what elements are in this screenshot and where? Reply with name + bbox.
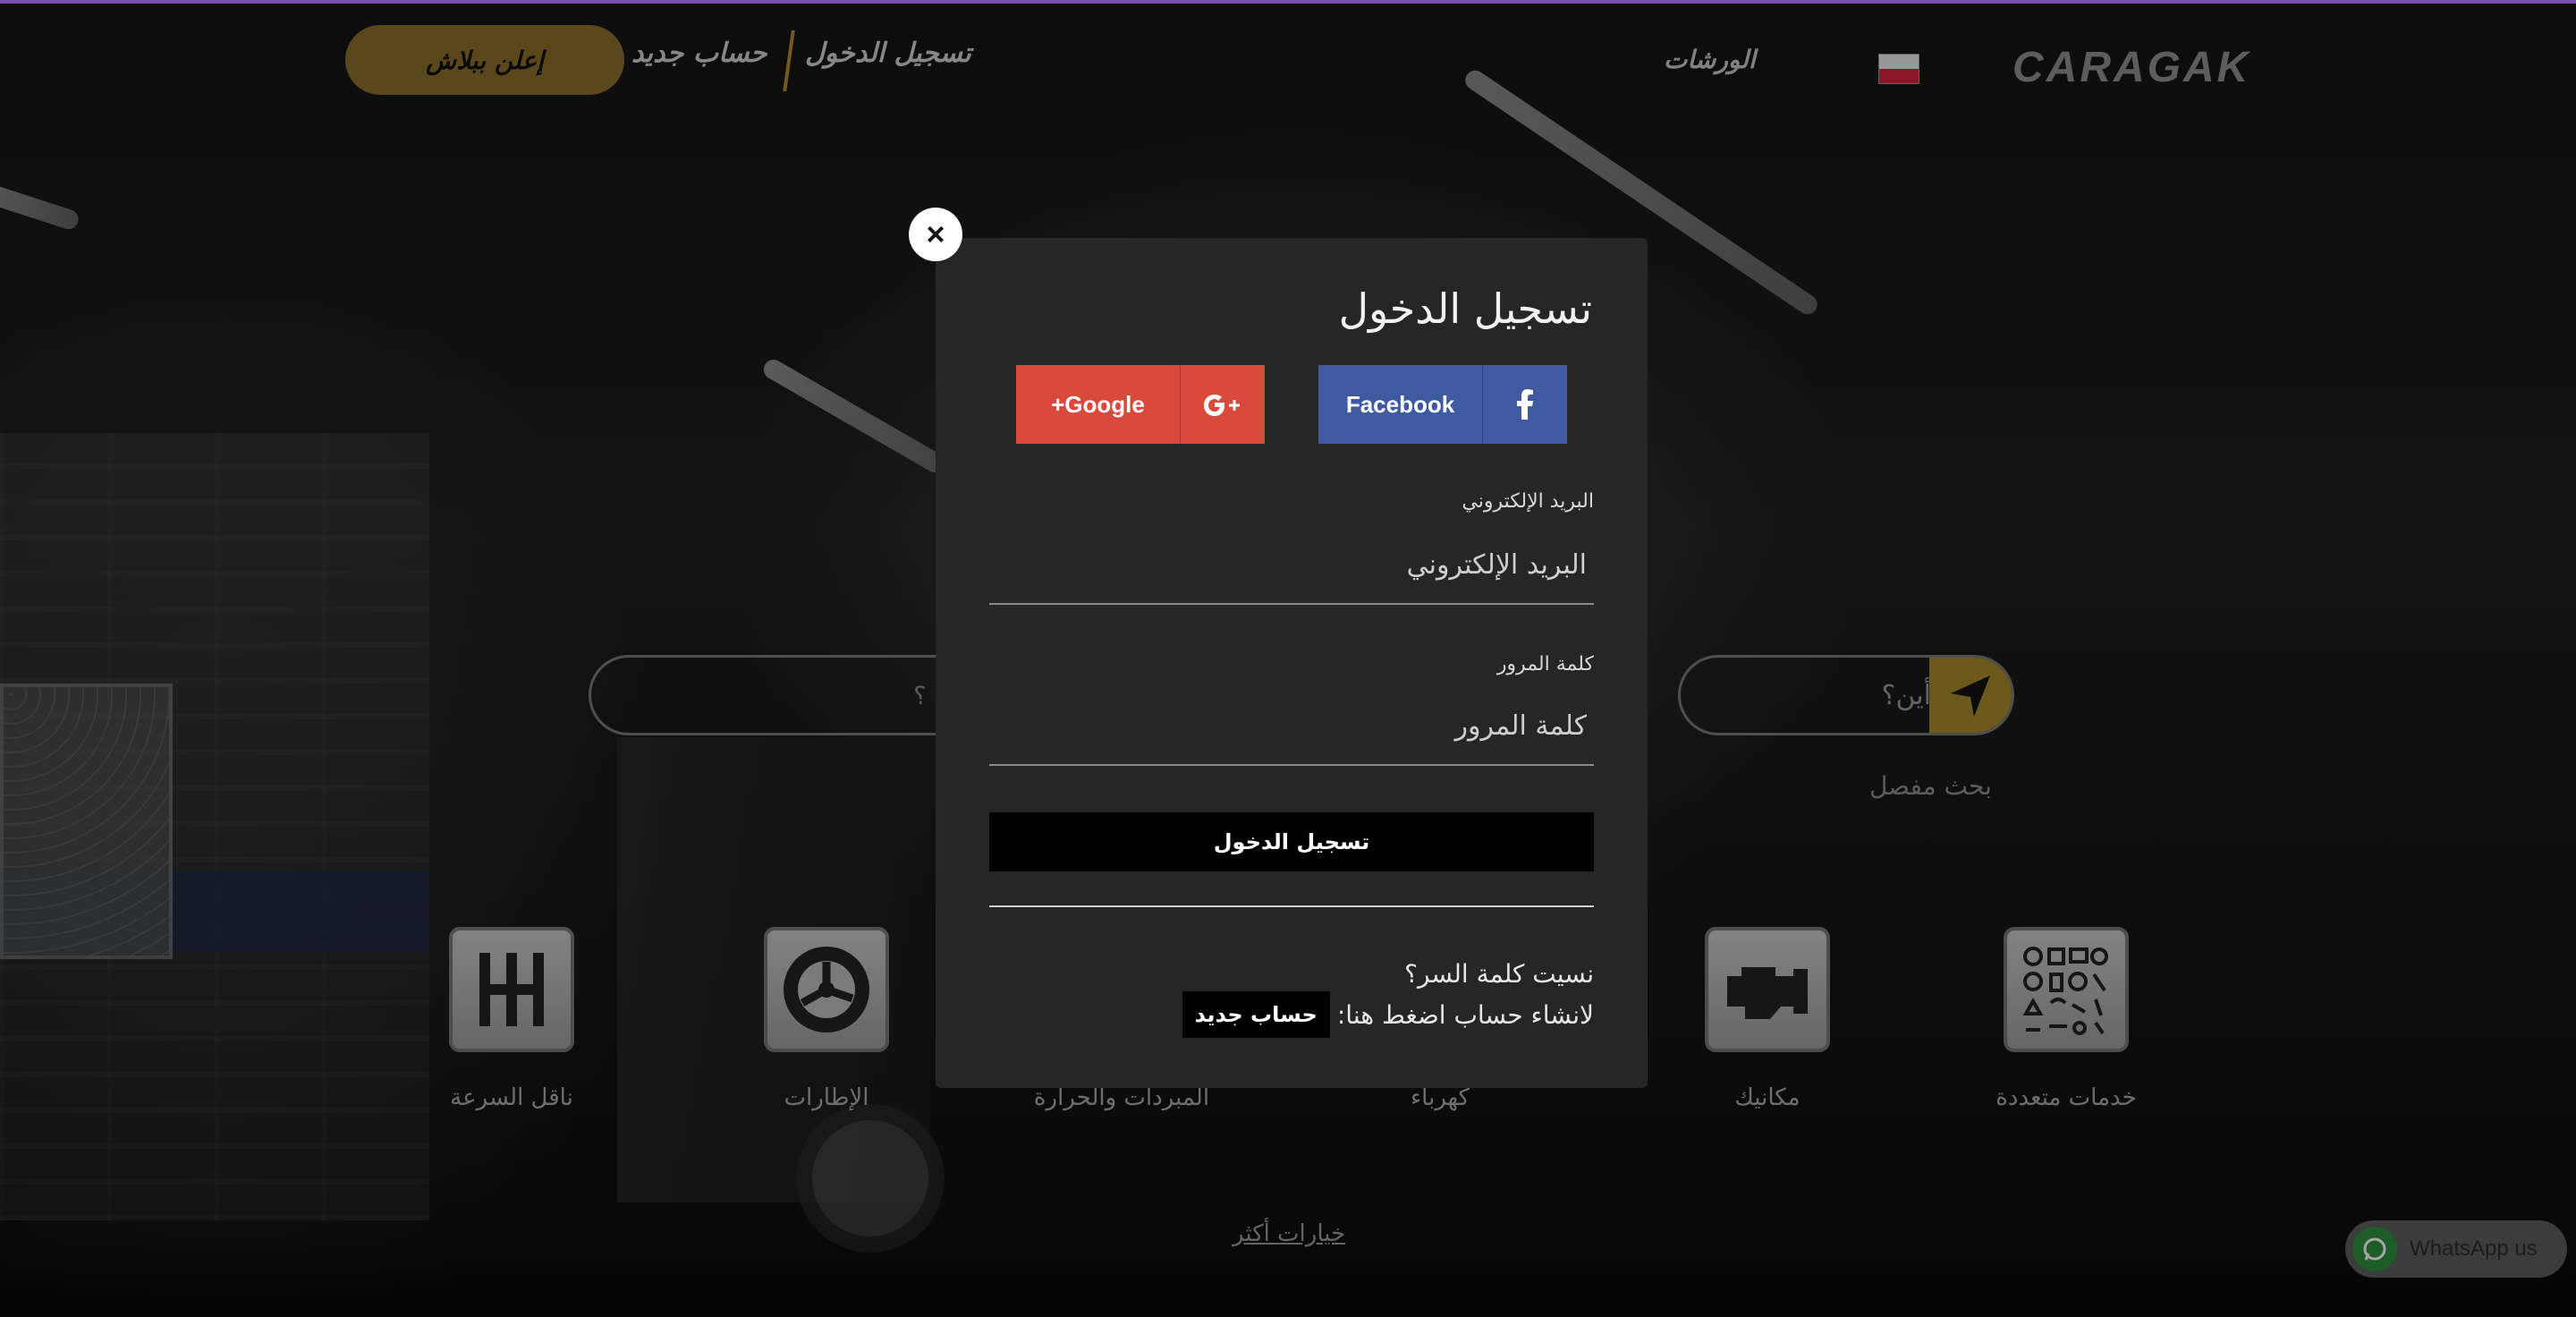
google-login-button[interactable]: +Google [1016, 365, 1265, 444]
facebook-label: Facebook [1345, 390, 1455, 418]
email-label: البريد الإلكتروني [1462, 490, 1594, 513]
create-account-prompt: لانشاء حساب اضغط هنا: [1336, 999, 1594, 1030]
page: CARAGAK الورشات تسجيل الدخول حساب جديد إ… [0, 0, 2576, 1317]
google-label: +Google [1051, 390, 1145, 418]
password-label: كلمة المرور [1496, 653, 1594, 675]
close-icon[interactable]: × [909, 208, 962, 261]
create-account-row: لانشاء حساب اضغط هنا: حساب جديد [1182, 991, 1594, 1038]
forgot-password-link[interactable]: نسيت كلمة السر؟ [1404, 959, 1594, 989]
email-placeholder: البريد الإلكتروني [1406, 548, 1587, 581]
create-account-button[interactable]: حساب جديد [1182, 991, 1330, 1038]
email-field[interactable]: البريد الإلكتروني [989, 526, 1594, 605]
facebook-icon [1482, 365, 1567, 444]
google-plus-icon [1180, 365, 1265, 444]
modal-title: تسجيل الدخول [1338, 285, 1592, 333]
modal-divider [989, 905, 1594, 907]
password-field[interactable]: كلمة المرور [989, 687, 1594, 766]
login-modal: تسجيل الدخول Facebook +Google البريد الإ… [936, 238, 1648, 1088]
facebook-login-button[interactable]: Facebook [1318, 365, 1567, 444]
password-placeholder: كلمة المرور [1454, 709, 1587, 742]
login-submit-button[interactable]: تسجيل الدخول [989, 812, 1594, 871]
